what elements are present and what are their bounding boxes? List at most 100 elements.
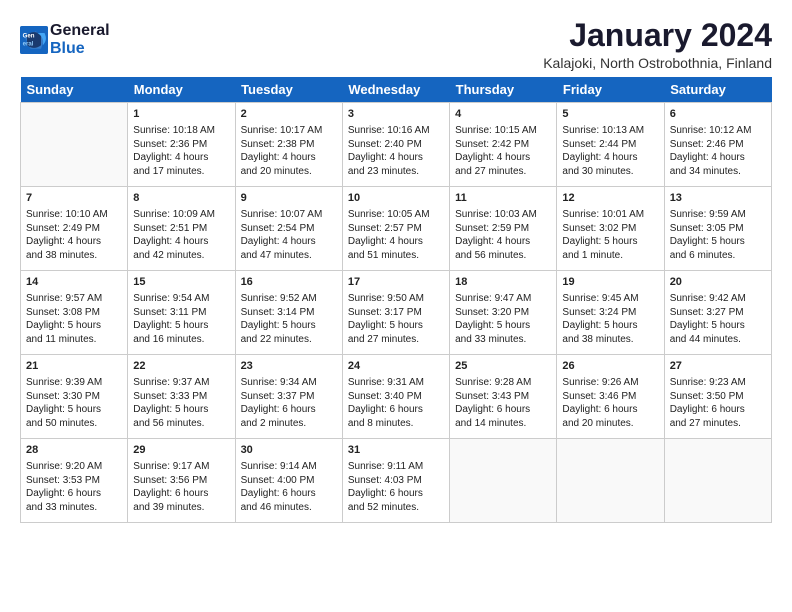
calendar-cell: 11 Sunrise: 10:03 AMSunset: 2:59 PMDaylig…	[450, 187, 557, 271]
subtitle: Kalajoki, North Ostrobothnia, Finland	[543, 55, 772, 71]
main-title: January 2024	[543, 18, 772, 53]
calendar-cell: 30 Sunrise: 9:14 AMSunset: 4:00 PMDayligh…	[235, 439, 342, 523]
calendar-cell: 28 Sunrise: 9:20 AMSunset: 3:53 PMDayligh…	[21, 439, 128, 523]
svg-text:eral: eral	[23, 40, 34, 47]
date-number: 7	[26, 191, 122, 206]
cell-info: Sunrise: 9:31 AMSunset: 3:40 PMDaylight:…	[348, 376, 444, 430]
calendar-cell: 1 Sunrise: 10:18 AMSunset: 2:36 PMDayligh…	[128, 103, 235, 187]
calendar-cell: 7Sunrise: 10:10 AMSunset: 2:49 PMDayligh…	[21, 187, 128, 271]
calendar-cell: 19 Sunrise: 9:45 AMSunset: 3:24 PMDayligh…	[557, 271, 664, 355]
cell-info: Sunrise: 9:50 AMSunset: 3:17 PMDaylight:…	[348, 292, 444, 346]
date-number: 20	[670, 275, 766, 290]
cell-info: Sunrise: 9:47 AMSunset: 3:20 PMDaylight:…	[455, 292, 551, 346]
date-number: 3	[348, 107, 444, 122]
calendar-cell	[21, 103, 128, 187]
cell-info: Sunrise: 9:34 AMSunset: 3:37 PMDaylight:…	[241, 376, 337, 430]
cell-info: Sunrise: 10:15 AMSunset: 2:42 PMDaylight…	[455, 124, 551, 178]
header-row: Sunday Monday Tuesday Wednesday Thursday…	[21, 77, 772, 103]
date-number: 26	[562, 359, 658, 374]
calendar-cell: 9Sunrise: 10:07 AMSunset: 2:54 PMDayligh…	[235, 187, 342, 271]
calendar-cell: 13 Sunrise: 9:59 AMSunset: 3:05 PMDayligh…	[664, 187, 771, 271]
date-number: 5	[562, 107, 658, 122]
date-number: 2	[241, 107, 337, 122]
calendar-cell: 2 Sunrise: 10:17 AMSunset: 2:38 PMDayligh…	[235, 103, 342, 187]
calendar-cell: 24Sunrise: 9:31 AMSunset: 3:40 PMDayligh…	[342, 355, 449, 439]
col-tuesday: Tuesday	[235, 77, 342, 103]
date-number: 19	[562, 275, 658, 290]
cell-info: Sunrise: 9:28 AMSunset: 3:43 PMDaylight:…	[455, 376, 551, 430]
calendar-week-3: 14 Sunrise: 9:57 AMSunset: 3:08 PMDayligh…	[21, 271, 772, 355]
date-number: 25	[455, 359, 551, 374]
calendar-cell: 31Sunrise: 9:11 AMSunset: 4:03 PMDayligh…	[342, 439, 449, 523]
calendar-cell	[557, 439, 664, 523]
cell-info: Sunrise: 10:07 AMSunset: 2:54 PMDaylight…	[241, 208, 337, 262]
cell-info: Sunrise: 9:20 AMSunset: 3:53 PMDaylight:…	[26, 460, 122, 514]
date-number: 14	[26, 275, 122, 290]
cell-info: Sunrise: 9:59 AMSunset: 3:05 PMDaylight:…	[670, 208, 766, 262]
calendar-table: Sunday Monday Tuesday Wednesday Thursday…	[20, 77, 772, 523]
calendar-cell: 16 Sunrise: 9:52 AMSunset: 3:14 PMDayligh…	[235, 271, 342, 355]
date-number: 30	[241, 443, 337, 458]
cell-info: Sunrise: 9:54 AMSunset: 3:11 PMDaylight:…	[133, 292, 229, 346]
calendar-week-2: 7Sunrise: 10:10 AMSunset: 2:49 PMDayligh…	[21, 187, 772, 271]
col-sunday: Sunday	[21, 77, 128, 103]
cell-info: Sunrise: 9:57 AMSunset: 3:08 PMDaylight:…	[26, 292, 122, 346]
calendar-cell: 21Sunrise: 9:39 AMSunset: 3:30 PMDayligh…	[21, 355, 128, 439]
cell-info: Sunrise: 10:13 AMSunset: 2:44 PMDaylight…	[562, 124, 658, 178]
date-number: 29	[133, 443, 229, 458]
calendar-cell: 27Sunrise: 9:23 AMSunset: 3:50 PMDayligh…	[664, 355, 771, 439]
calendar-cell: 26Sunrise: 9:26 AMSunset: 3:46 PMDayligh…	[557, 355, 664, 439]
calendar-week-1: 1 Sunrise: 10:18 AMSunset: 2:36 PMDayligh…	[21, 103, 772, 187]
calendar-body: 1 Sunrise: 10:18 AMSunset: 2:36 PMDayligh…	[21, 103, 772, 523]
date-number: 4	[455, 107, 551, 122]
cell-info: Sunrise: 10:18 AMSunset: 2:36 PMDaylight…	[133, 124, 229, 178]
cell-info: Sunrise: 9:14 AMSunset: 4:00 PMDaylight:…	[241, 460, 337, 514]
cell-info: Sunrise: 9:11 AMSunset: 4:03 PMDaylight:…	[348, 460, 444, 514]
cell-info: Sunrise: 9:17 AMSunset: 3:56 PMDaylight:…	[133, 460, 229, 514]
calendar-cell: 6 Sunrise: 10:12 AMSunset: 2:46 PMDayligh…	[664, 103, 771, 187]
calendar-cell: 4 Sunrise: 10:15 AMSunset: 2:42 PMDayligh…	[450, 103, 557, 187]
cell-info: Sunrise: 10:05 AMSunset: 2:57 PMDaylight…	[348, 208, 444, 262]
logo-text: General Blue	[50, 22, 110, 57]
date-number: 11	[455, 191, 551, 206]
date-number: 27	[670, 359, 766, 374]
cell-info: Sunrise: 9:37 AMSunset: 3:33 PMDaylight:…	[133, 376, 229, 430]
date-number: 13	[670, 191, 766, 206]
cell-info: Sunrise: 9:52 AMSunset: 3:14 PMDaylight:…	[241, 292, 337, 346]
calendar-cell: 10 Sunrise: 10:05 AMSunset: 2:57 PMDaylig…	[342, 187, 449, 271]
col-monday: Monday	[128, 77, 235, 103]
cell-info: Sunrise: 10:01 AMSunset: 3:02 PMDaylight…	[562, 208, 658, 262]
calendar-week-5: 28 Sunrise: 9:20 AMSunset: 3:53 PMDayligh…	[21, 439, 772, 523]
calendar-cell: 17 Sunrise: 9:50 AMSunset: 3:17 PMDayligh…	[342, 271, 449, 355]
calendar-cell: 14 Sunrise: 9:57 AMSunset: 3:08 PMDayligh…	[21, 271, 128, 355]
date-number: 6	[670, 107, 766, 122]
calendar-cell: 25 Sunrise: 9:28 AMSunset: 3:43 PMDayligh…	[450, 355, 557, 439]
calendar-cell	[450, 439, 557, 523]
page: Gen eral General Blue January 2024 Kalaj…	[0, 0, 792, 533]
date-number: 15	[133, 275, 229, 290]
logo: Gen eral General Blue	[20, 22, 110, 57]
calendar-cell: 18Sunrise: 9:47 AMSunset: 3:20 PMDayligh…	[450, 271, 557, 355]
date-number: 28	[26, 443, 122, 458]
header: Gen eral General Blue January 2024 Kalaj…	[20, 18, 772, 71]
date-number: 17	[348, 275, 444, 290]
title-block: January 2024 Kalajoki, North Ostrobothni…	[543, 18, 772, 71]
cell-info: Sunrise: 10:12 AMSunset: 2:46 PMDaylight…	[670, 124, 766, 178]
cell-info: Sunrise: 10:16 AMSunset: 2:40 PMDaylight…	[348, 124, 444, 178]
cell-info: Sunrise: 10:09 AMSunset: 2:51 PMDaylight…	[133, 208, 229, 262]
calendar-cell: 5 Sunrise: 10:13 AMSunset: 2:44 PMDayligh…	[557, 103, 664, 187]
date-number: 1	[133, 107, 229, 122]
cell-info: Sunrise: 9:45 AMSunset: 3:24 PMDaylight:…	[562, 292, 658, 346]
date-number: 22	[133, 359, 229, 374]
date-number: 21	[26, 359, 122, 374]
calendar-cell	[664, 439, 771, 523]
calendar-cell: 23Sunrise: 9:34 AMSunset: 3:37 PMDayligh…	[235, 355, 342, 439]
date-number: 16	[241, 275, 337, 290]
date-number: 8	[133, 191, 229, 206]
calendar-cell: 15 Sunrise: 9:54 AMSunset: 3:11 PMDayligh…	[128, 271, 235, 355]
cell-info: Sunrise: 10:03 AMSunset: 2:59 PMDaylight…	[455, 208, 551, 262]
calendar-cell: 3 Sunrise: 10:16 AMSunset: 2:40 PMDayligh…	[342, 103, 449, 187]
date-number: 10	[348, 191, 444, 206]
cell-info: Sunrise: 10:17 AMSunset: 2:38 PMDaylight…	[241, 124, 337, 178]
col-thursday: Thursday	[450, 77, 557, 103]
